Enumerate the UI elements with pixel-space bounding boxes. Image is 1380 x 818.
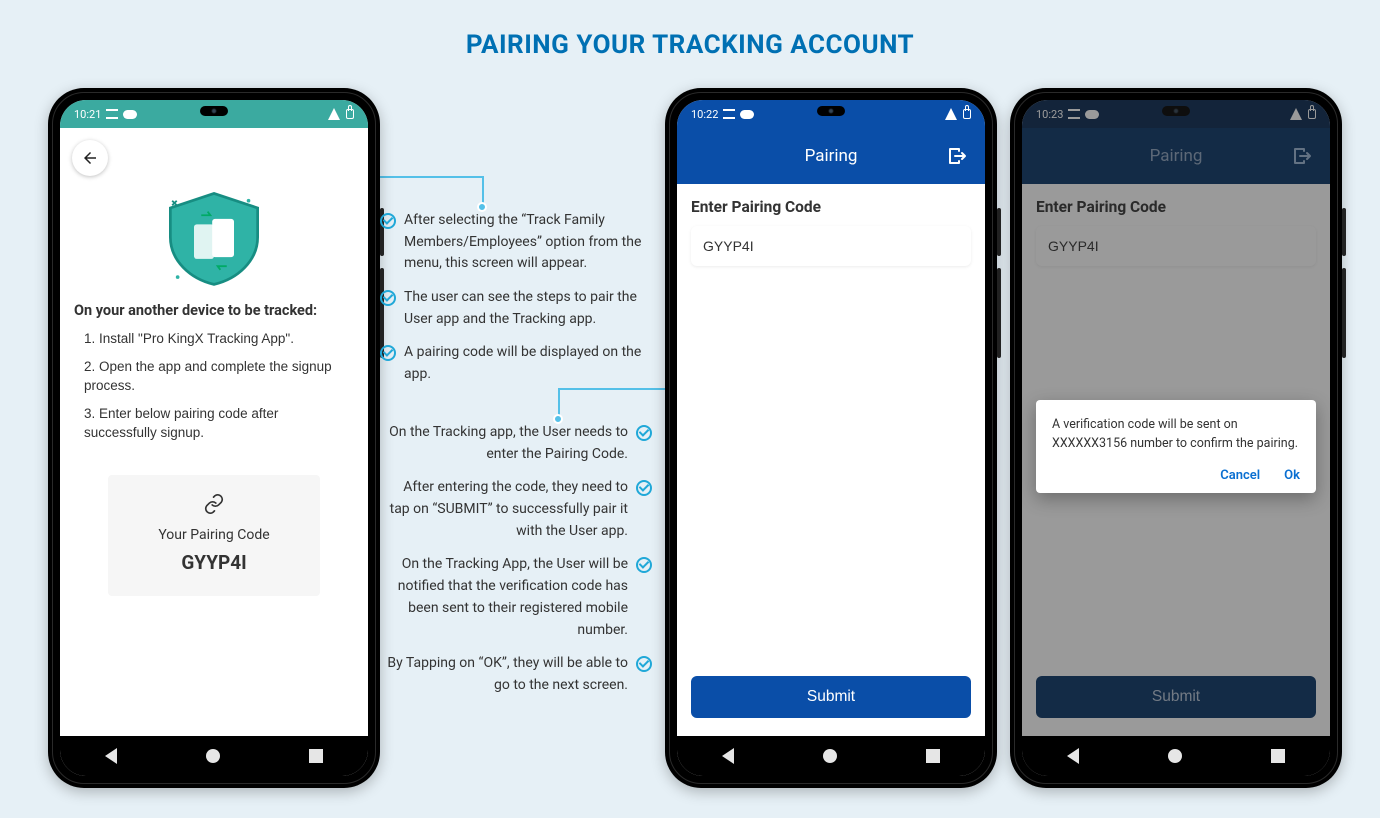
annotation-text: After selecting the “Track Family Member…: [404, 210, 650, 275]
annotation-text: A pairing code will be displayed on the …: [404, 342, 650, 385]
phone1-step-3: 3. Enter below pairing code after succes…: [60, 400, 368, 447]
phone1-heading: On your another device to be tracked:: [60, 294, 368, 325]
check-icon: [636, 557, 652, 573]
check-icon: [636, 480, 652, 496]
cloud-icon: [123, 110, 137, 119]
nav-home-icon[interactable]: [206, 749, 220, 763]
nav-back-icon[interactable]: [105, 748, 117, 764]
lock-icon: [346, 109, 354, 119]
header-title: Pairing: [805, 146, 858, 166]
leader-line: [373, 176, 483, 178]
annotation-item: A pairing code will be displayed on the …: [380, 342, 650, 385]
shield-illustration: [60, 188, 368, 294]
arrow-left-icon: [81, 149, 99, 167]
lock-icon: [963, 109, 971, 119]
cloud-icon: [740, 110, 754, 119]
annotation-item: On the Tracking App, the User will be no…: [382, 554, 652, 641]
annotation-group-2: On the Tracking app, the User needs to e…: [382, 422, 652, 709]
wifi-icon: [945, 108, 958, 120]
phone2-content: Enter Pairing Code: [677, 184, 985, 736]
nav-back-icon[interactable]: [722, 748, 734, 764]
dialog-cancel-button[interactable]: Cancel: [1220, 468, 1260, 483]
wifi-icon: [328, 108, 341, 120]
annotation-text: After entering the code, they need to ta…: [382, 477, 628, 542]
link-icon: [202, 493, 226, 515]
back-button[interactable]: [72, 140, 108, 176]
status-time: 10:22: [691, 108, 718, 121]
android-nav-bar: [1022, 736, 1330, 776]
annotation-group-1: After selecting the “Track Family Member…: [380, 210, 650, 398]
pairing-code-label: Enter Pairing Code: [691, 198, 971, 216]
phone-2: 10:22 Pairing Enter Pairing Code: [665, 88, 997, 788]
annotation-item: On the Tracking app, the User needs to e…: [382, 422, 652, 465]
nav-home-icon[interactable]: [823, 749, 837, 763]
mail-icon: [106, 109, 118, 119]
status-time: 10:21: [74, 108, 101, 121]
annotation-text: On the Tracking app, the User needs to e…: [382, 422, 628, 465]
dialog-ok-button[interactable]: Ok: [1284, 468, 1300, 483]
annotation-item: The user can see the steps to pair the U…: [380, 287, 650, 330]
dialog-message: A verification code will be sent on XXXX…: [1052, 416, 1300, 454]
check-icon: [380, 290, 396, 306]
pairing-code-card: Your Pairing Code GYYP4I: [108, 475, 320, 596]
stage: 10:21: [0, 70, 1380, 818]
exit-button[interactable]: [943, 142, 971, 170]
check-icon: [380, 345, 396, 361]
phone-3: 10:23 Pairing Enter Pairing Code: [1010, 88, 1342, 788]
nav-back-icon[interactable]: [1067, 748, 1079, 764]
annotation-item: By Tapping on “OK”, they will be able to…: [382, 653, 652, 696]
phone1-step-1: 1. Install "Pro KingX Tracking App".: [60, 325, 368, 353]
phone1-step-2: 2. Open the app and complete the signup …: [60, 353, 368, 400]
pairing-code-input[interactable]: [691, 226, 971, 266]
annotation-text: The user can see the steps to pair the U…: [404, 287, 650, 330]
verification-dialog: A verification code will be sent on XXXX…: [1036, 400, 1316, 493]
android-nav-bar: [677, 736, 985, 776]
nav-recents-icon[interactable]: [1271, 749, 1285, 763]
code-title: Your Pairing Code: [116, 527, 312, 543]
annotation-text: By Tapping on “OK”, they will be able to…: [382, 653, 628, 696]
submit-button[interactable]: Submit: [691, 676, 971, 718]
annotation-item: After entering the code, they need to ta…: [382, 477, 652, 542]
camera-cutout: [200, 106, 228, 116]
nav-recents-icon[interactable]: [309, 749, 323, 763]
phone-1: 10:21: [48, 88, 380, 788]
code-value: GYYP4I: [116, 551, 312, 574]
nav-recents-icon[interactable]: [926, 749, 940, 763]
android-nav-bar: [60, 736, 368, 776]
check-icon: [636, 425, 652, 441]
app-header: Pairing: [677, 128, 985, 184]
camera-cutout: [817, 106, 845, 116]
annotation-text: On the Tracking App, the User will be no…: [382, 554, 628, 641]
annotation-item: After selecting the “Track Family Member…: [380, 210, 650, 275]
page-title: PAIRING YOUR TRACKING ACCOUNT: [0, 0, 1380, 70]
check-icon: [636, 656, 652, 672]
nav-home-icon[interactable]: [1168, 749, 1182, 763]
mail-icon: [723, 109, 735, 119]
check-icon: [380, 213, 396, 229]
